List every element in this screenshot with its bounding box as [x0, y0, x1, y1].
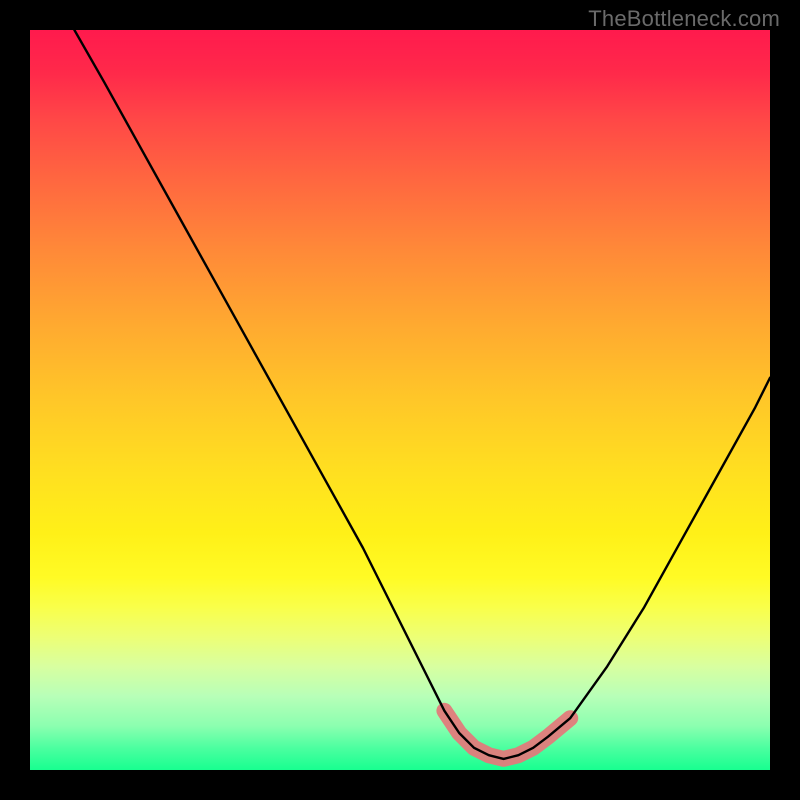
curve-svg [30, 30, 770, 770]
plot-area [30, 30, 770, 770]
chart-frame: TheBottleneck.com [0, 0, 800, 800]
bottleneck-curve [74, 30, 770, 759]
attribution-label: TheBottleneck.com [588, 6, 780, 32]
